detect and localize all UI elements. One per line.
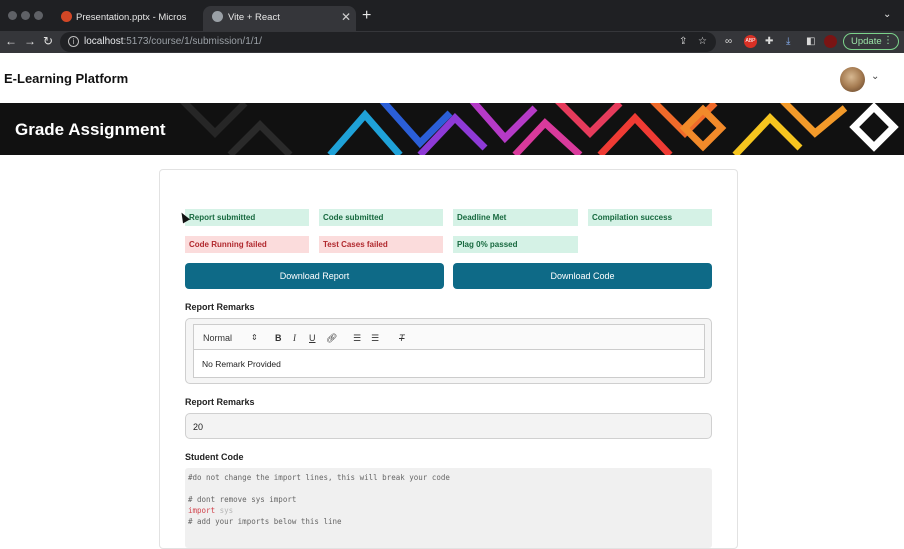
browser-tab-bar: Presentation.pptx - Microsoft P Vite + R… (0, 0, 904, 31)
code-line: # dont remove sys import (188, 495, 297, 504)
page-title: Grade Assignment (15, 120, 166, 139)
score-label: Report Remarks (185, 397, 255, 407)
more-menu-icon: ⋮ (883, 35, 893, 46)
code-line: # add your imports below this line (188, 517, 342, 526)
status-badge: Code submitted (319, 209, 443, 226)
code-viewer: #do not change the import lines, this wi… (185, 468, 712, 548)
code-line: import sys (188, 506, 234, 515)
back-icon[interactable]: ← (5, 34, 17, 48)
student-code-label: Student Code (185, 452, 244, 462)
download-code-button[interactable]: Download Code (453, 263, 712, 289)
status-badge: Report submitted (185, 209, 309, 226)
remarks-text-area[interactable]: No Remark Provided (193, 350, 705, 378)
chevron-down-icon[interactable]: ⌄ (871, 71, 879, 82)
status-badge: Code Running failed (185, 236, 309, 253)
new-tab-icon[interactable]: + (362, 7, 371, 25)
reload-icon[interactable]: ↻ (43, 34, 53, 48)
close-window-dot[interactable] (8, 11, 17, 20)
clear-format-icon[interactable]: T (399, 333, 405, 343)
minimize-window-dot[interactable] (21, 11, 30, 20)
extension-glasses-icon[interactable]: ∞ (725, 36, 732, 47)
forward-icon[interactable]: → (24, 34, 36, 48)
bookmark-star-icon[interactable]: ☆ (698, 36, 707, 47)
code-line: #do not change the import lines, this wi… (188, 473, 450, 482)
download-icon[interactable]: ⤓ (786, 36, 790, 47)
remarks-text: No Remark Provided (202, 359, 281, 369)
extension-red-icon[interactable]: ABP (744, 35, 757, 48)
score-input[interactable]: 20 (185, 413, 712, 439)
update-label: Update (851, 36, 882, 47)
close-tab-icon[interactable]: ✕ (341, 10, 351, 24)
avatar[interactable] (840, 67, 865, 92)
site-info-icon[interactable]: i (68, 36, 79, 47)
address-bar[interactable]: i localhost:5173/course/1/submission/1/1… (60, 32, 716, 52)
extensions-puzzle-icon[interactable]: ✚ (765, 36, 773, 47)
status-badge: Deadline Met (453, 209, 578, 226)
italic-icon[interactable]: I (293, 333, 296, 343)
underline-icon[interactable]: U (309, 333, 316, 343)
powerpoint-icon (61, 11, 72, 22)
share-icon[interactable]: ⇪ (679, 36, 687, 47)
tab-vite-react[interactable]: Vite + React ✕ (203, 6, 356, 31)
link-icon[interactable]: 🔗︎ (326, 333, 337, 344)
maximize-window-dot[interactable] (34, 11, 43, 20)
browser-toolbar: ← → ↻ i localhost:5173/course/1/submissi… (0, 31, 904, 53)
editor-toolbar: Normal ⇕ B I U 🔗︎ ☰ ☰ T (193, 324, 705, 350)
status-badge: Compilation success (588, 209, 712, 226)
format-select[interactable]: Normal (203, 333, 232, 343)
profile-icon[interactable] (824, 35, 837, 48)
tab-title: Vite + React (228, 12, 280, 23)
app-header: E-Learning Platform ⌄ (0, 53, 904, 103)
brand-title: E-Learning Platform (4, 71, 129, 86)
select-arrows-icon[interactable]: ⇕ (251, 333, 258, 342)
side-panel-icon[interactable]: ◧ (806, 36, 815, 47)
bold-icon[interactable]: B (275, 333, 282, 343)
bullet-list-icon[interactable]: ☰ (371, 333, 379, 344)
tab-title: Presentation.pptx - Microsoft P (76, 12, 186, 23)
tab-search-chevron-icon[interactable]: ⌄ (883, 9, 891, 20)
status-badge: Plag 0% passed (453, 236, 578, 253)
download-report-button[interactable]: Download Report (185, 263, 444, 289)
globe-icon (212, 11, 223, 22)
update-button[interactable]: Update ⋮ (843, 33, 899, 50)
status-badge: Test Cases failed (319, 236, 443, 253)
page-banner: Grade Assignment (0, 103, 904, 155)
tab-presentation[interactable]: Presentation.pptx - Microsoft P (54, 6, 202, 31)
ordered-list-icon[interactable]: ☰ (353, 333, 361, 344)
report-remarks-label: Report Remarks (185, 302, 255, 312)
url-text: localhost:5173/course/1/submission/1/1/ (84, 36, 262, 47)
